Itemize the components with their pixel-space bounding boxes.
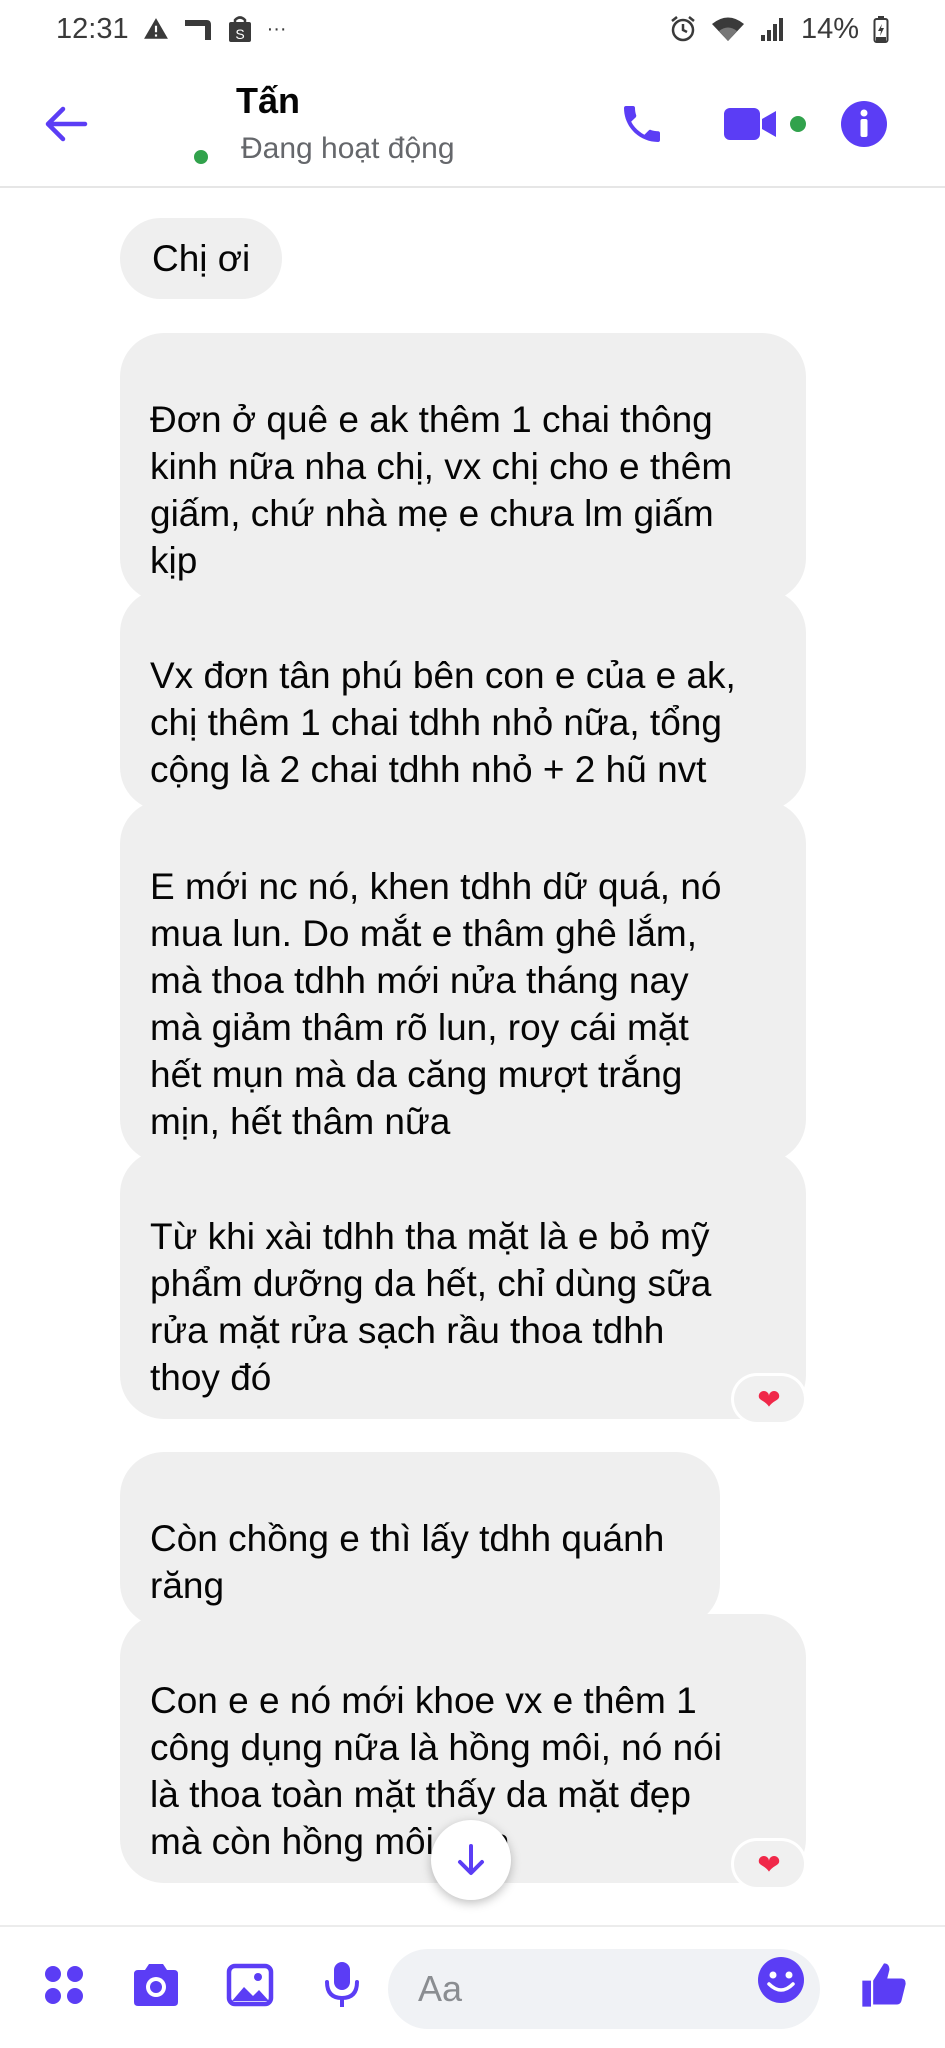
svg-text:S: S: [235, 26, 244, 42]
message-bubble[interactable]: Chị ơi: [120, 218, 283, 299]
message-bubble[interactable]: Còn chồng e thì lấy tdhh quánh răng: [120, 1452, 720, 1627]
status-bar: 12:31 S ··· 14%: [0, 0, 945, 58]
emoji-button[interactable]: [756, 1955, 806, 2005]
alarm-icon: [669, 15, 697, 43]
message-text: Vx đơn tân phú bên con e của e ak, chị t…: [150, 655, 736, 790]
info-icon: [841, 101, 887, 147]
notification-icon: [183, 16, 213, 42]
sender-avatar: [22, 1510, 62, 1550]
message-bubble[interactable]: Từ khi xài tdhh tha mặt là e bỏ mỹ phẩm …: [120, 1150, 806, 1419]
message-text: Chị ơi: [152, 238, 251, 279]
microphone-icon: [325, 1962, 359, 2007]
message-list[interactable]: Chị ơi Đơn ở quê e ak thêm 1 chai thông …: [0, 190, 945, 1925]
sender-avatar: [22, 250, 62, 290]
camera-button[interactable]: [124, 1953, 188, 2017]
scroll-to-bottom-button[interactable]: [431, 1820, 511, 1900]
like-button[interactable]: [852, 1953, 916, 2017]
message-bubble[interactable]: Vx đơn tân phú bên con e của e ak, chị t…: [120, 589, 806, 811]
message-text: Còn chồng e thì lấy tdhh quánh răng: [150, 1518, 665, 1606]
message-text: Đơn ở quê e ak thêm 1 chai thông kinh nữ…: [150, 399, 733, 581]
message-input[interactable]: [418, 1968, 728, 2010]
contact-status: Đang hoạt động: [241, 132, 455, 165]
message-text: E mới nc nó, khen tdhh dữ quá, nó mua lu…: [150, 866, 722, 1142]
arrow-left-icon: [45, 106, 88, 142]
thumbs-up-icon: [862, 1963, 906, 2007]
call-button[interactable]: [612, 94, 672, 154]
video-call-button[interactable]: [722, 94, 814, 154]
heart-icon: ❤: [757, 1848, 781, 1880]
four-dots-icon: [45, 1966, 83, 2004]
smile-icon: [758, 1957, 804, 2003]
gallery-button[interactable]: [218, 1953, 282, 2017]
battery-icon: [873, 15, 889, 43]
heart-reaction[interactable]: ❤: [734, 1841, 804, 1887]
warning-icon: [143, 16, 169, 42]
message-bubble[interactable]: E mới nc nó, khen tdhh dữ quá, nó mua lu…: [120, 800, 806, 1163]
heart-icon: ❤: [757, 1383, 781, 1415]
info-button[interactable]: [834, 94, 894, 154]
back-button[interactable]: [36, 94, 96, 154]
apps-button[interactable]: [32, 1953, 96, 2017]
message-bubble[interactable]: Đơn ở quê e ak thêm 1 chai thông kinh nữ…: [120, 333, 806, 602]
online-indicator: [190, 146, 212, 168]
chat-header: Tấn Đang hoạt động: [0, 58, 945, 188]
image-icon: [226, 1963, 274, 2007]
battery-percent: 14%: [800, 12, 859, 45]
voice-button[interactable]: [310, 1953, 374, 2017]
video-camera-icon: [724, 108, 806, 140]
phone-icon: [624, 106, 660, 142]
camera-icon: [134, 1964, 178, 2006]
message-composer: [0, 1925, 945, 2048]
arrow-down-icon: [458, 1844, 484, 1875]
message-text: Từ khi xài tdhh tha mặt là e bỏ mỹ phẩm …: [150, 1216, 712, 1398]
clock: 12:31: [56, 12, 129, 45]
message-text: Con e e nó mới khoe vx e thêm 1 công dụn…: [150, 1680, 722, 1862]
heart-reaction[interactable]: ❤: [734, 1376, 804, 1422]
contact-name[interactable]: Tấn: [236, 80, 300, 122]
more-notifications: ···: [266, 17, 287, 40]
wifi-icon: [711, 15, 745, 43]
shopping-bag-icon: S: [227, 15, 253, 43]
signal-icon: [759, 15, 787, 43]
message-input-box[interactable]: [388, 1949, 820, 2029]
